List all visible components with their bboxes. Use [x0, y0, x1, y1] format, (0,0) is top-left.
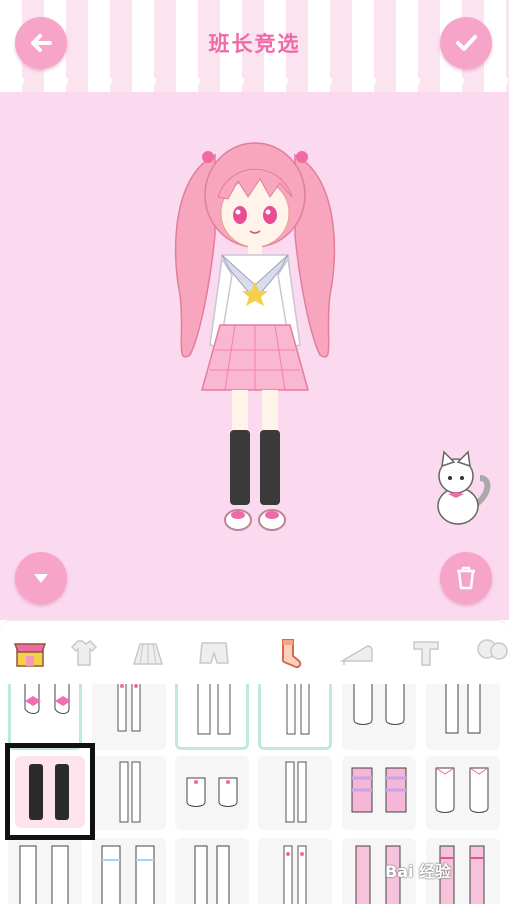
item-white-tights-4[interactable]	[258, 756, 332, 830]
confirm-button[interactable]	[440, 17, 492, 69]
item-white-tights-2[interactable]	[258, 684, 332, 750]
item-white-knee-socks[interactable]	[175, 684, 249, 750]
collapse-button[interactable]	[15, 552, 67, 604]
high-heel-icon	[339, 645, 373, 665]
chevron-down-icon	[34, 574, 48, 583]
tab-shorts[interactable]	[192, 633, 236, 673]
item-white-tights-5[interactable]	[258, 838, 332, 904]
shirt-icon	[70, 640, 98, 666]
item-short-ruffle-socks[interactable]	[175, 756, 249, 830]
back-arrow-icon	[31, 34, 52, 52]
item-slouch-leg-warmers[interactable]	[92, 838, 166, 904]
tab-shop[interactable]	[8, 633, 52, 673]
sock-icon	[281, 639, 302, 669]
hat-icon	[413, 641, 439, 666]
shop-icon	[13, 643, 47, 667]
tab-hats[interactable]	[404, 633, 448, 673]
trash-button[interactable]	[440, 552, 492, 604]
item-white-long-socks[interactable]	[8, 838, 82, 904]
balloon-icon	[477, 639, 508, 660]
item-white-tights-3[interactable]	[92, 756, 166, 830]
item-white-knee-socks-2[interactable]	[175, 838, 249, 904]
tab-skirts[interactable]	[126, 633, 170, 673]
item-pink-striped-socks[interactable]	[342, 756, 416, 830]
item-white-tights[interactable]	[92, 684, 166, 750]
check-icon	[456, 35, 477, 51]
cat-pet	[437, 450, 491, 525]
item-slouch-socks[interactable]	[342, 684, 416, 750]
trash-icon	[457, 566, 475, 590]
item-pink-bow-socks[interactable]	[8, 684, 82, 750]
item-white-thigh-socks[interactable]	[426, 684, 500, 750]
awning-scallop	[0, 78, 509, 106]
character-avatar	[174, 142, 336, 531]
item-white-frill-socks[interactable]	[426, 756, 500, 830]
shorts-icon	[199, 642, 229, 664]
tab-accessories[interactable]	[470, 633, 509, 673]
skirt-icon	[132, 643, 164, 665]
page-title: 班长竞选	[208, 32, 301, 56]
back-button[interactable]	[15, 17, 67, 69]
tab-shoes[interactable]	[334, 633, 378, 673]
tab-socks[interactable]	[266, 633, 310, 673]
dressup-stage: 班长竞选	[0, 0, 509, 620]
category-tab-bar	[0, 620, 509, 685]
tab-tops[interactable]	[62, 633, 106, 673]
selection-highlight	[5, 743, 95, 840]
watermark: Bai 经验	[385, 862, 452, 881]
